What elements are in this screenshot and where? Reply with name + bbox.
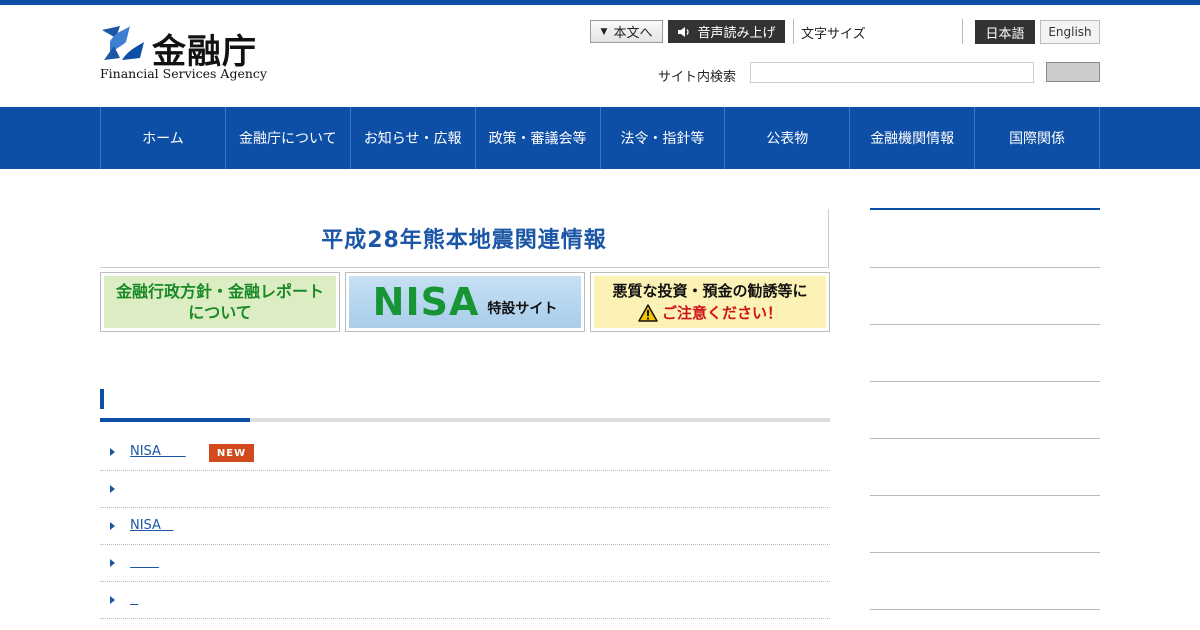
news-link[interactable] [130,592,138,607]
list-item [100,582,830,619]
language-english-button[interactable]: English [1040,20,1100,44]
nisa-banner-subtitle: 特設サイト [487,301,558,317]
warning-banner-line1: 悪質な投資・預金の勧誘等に [612,282,808,300]
site-search-button[interactable] [1046,62,1100,82]
warning-banner-line2: ご注意ください！ [661,304,782,322]
bullet-arrow-icon [110,522,115,530]
list-item: NISA NEW [100,434,830,471]
sidebar-item-divider [870,381,1100,382]
nav-item-laws[interactable]: 法令・指針等 [601,107,726,169]
nav-item-policy[interactable]: 政策・審議会等 [476,107,601,169]
sidebar-item-divider [870,267,1100,268]
news-link[interactable]: NISA [130,518,173,533]
nav-item-news[interactable]: お知らせ・広報 [351,107,476,169]
divider [962,19,963,44]
fraud-warning-banner[interactable]: 悪質な投資・預金の勧誘等に ご注意ください！ [590,272,830,332]
list-item [100,545,830,582]
policy-banner-line1: 金融行政方針・金融レポート [115,282,324,301]
news-link[interactable] [130,555,159,570]
nav-item-home[interactable]: ホーム [101,107,226,169]
new-badge: NEW [209,444,254,462]
sidebar-top-border [870,208,1100,210]
sidebar-item-divider [870,495,1100,496]
sidebar-item-divider [870,552,1100,553]
nav-item-publications[interactable]: 公表物 [725,107,851,169]
skip-to-content-button[interactable]: ▼ 本文へ [590,20,663,43]
fsa-logo-icon [102,26,144,60]
voice-read-label: 音声読み上げ [697,26,776,41]
global-navigation: ホーム 金融庁について お知らせ・広報 政策・審議会等 法令・指針等 公表物 金… [0,107,1200,169]
bullet-arrow-icon [110,596,115,604]
policy-report-banner[interactable]: 金融行政方針・金融レポート について [100,272,340,332]
logo-text-en: Financial Services Agency [100,66,267,81]
sidebar-item-divider [870,609,1100,610]
section-heading-marker [100,389,104,409]
divider [793,19,794,44]
nav-item-institutions[interactable]: 金融機関情報 [850,107,976,169]
site-logo[interactable]: 金融庁 Financial Services Agency [100,24,270,84]
bullet-arrow-icon [110,485,115,493]
voice-read-button[interactable]: 音声読み上げ [668,20,785,43]
section-heading-accent [100,418,250,422]
policy-banner-line2: について [188,303,252,322]
nisa-banner-title: NISA [372,280,480,324]
site-search-label: サイト内検索 [658,70,737,85]
nav-item-about[interactable]: 金融庁について [226,107,351,169]
news-link[interactable]: NISA [130,444,186,459]
list-item: NISA [100,508,830,545]
earthquake-info-banner[interactable]: 平成28年熊本地震関連情報 [100,209,829,268]
language-japanese-button[interactable]: 日本語 [975,20,1035,44]
speaker-icon [678,26,690,37]
skip-to-content-label: 本文へ [613,26,653,41]
sidebar-item-divider [870,324,1100,325]
bullet-arrow-icon [110,559,115,567]
warning-icon [638,304,658,322]
list-item [100,471,830,508]
font-size-label: 文字サイズ [801,27,866,42]
top-accent-bar [0,0,1200,5]
nav-item-international[interactable]: 国際関係 [975,107,1100,169]
nisa-site-banner[interactable]: NISA 特設サイト [345,272,585,332]
site-search-input[interactable] [750,62,1034,83]
bullet-arrow-icon [110,448,115,456]
sidebar-item-divider [870,438,1100,439]
news-list: NISA NEW NISA [100,434,830,619]
triangle-down-icon: ▼ [600,26,608,37]
